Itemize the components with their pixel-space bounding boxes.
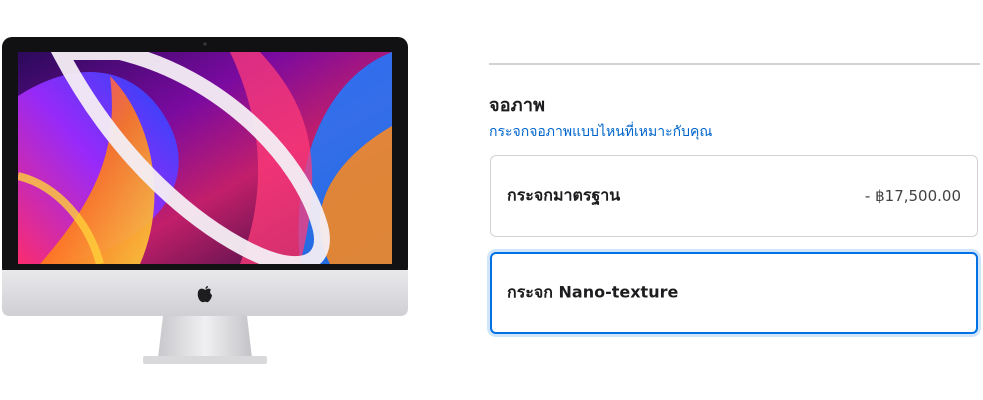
display-help-link[interactable]: กระจกจอภาพแบบไหนที่เหมาะกับคุณ bbox=[489, 121, 712, 143]
product-image-imac bbox=[0, 36, 410, 366]
section-title: จอภาพ bbox=[489, 95, 546, 116]
option-label: กระจกมาตรฐาน bbox=[507, 185, 621, 205]
option-nano-texture-glass[interactable]: กระจก Nano-texture bbox=[490, 252, 978, 334]
section-divider bbox=[489, 63, 980, 65]
option-label: กระจก Nano-texture bbox=[507, 282, 679, 302]
option-standard-glass[interactable]: กระจกมาตรฐาน - ฿17,500.00 bbox=[490, 155, 978, 237]
option-price: - ฿17,500.00 bbox=[864, 187, 961, 205]
display-config-panel: จอภาพ กระจกจอภาพแบบไหนที่เหมาะกับคุณ กระ… bbox=[489, 0, 981, 400]
imac-illustration bbox=[2, 37, 408, 364]
